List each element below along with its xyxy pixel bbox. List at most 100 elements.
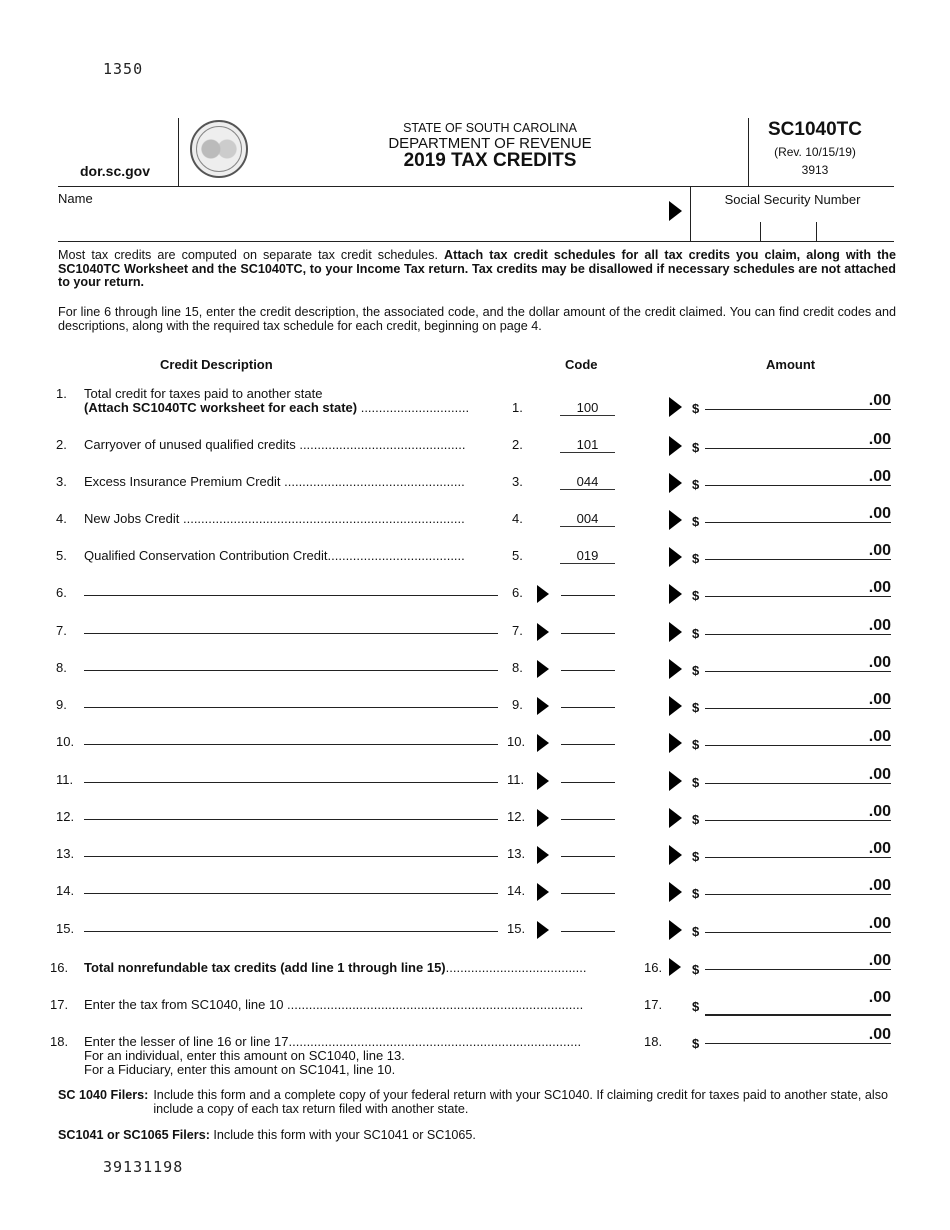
sc1041-filers-text: Include this form with your SC1041 or SC… [213, 1128, 476, 1142]
line-description: Enter the tax from SC1040, line 10 .....… [84, 997, 584, 1012]
line-code[interactable]: 100 [560, 401, 615, 416]
line-description-input[interactable] [84, 931, 498, 932]
dollar-sign: $ [692, 924, 700, 939]
line-code[interactable]: 044 [560, 475, 615, 490]
line-number: 7. [56, 623, 67, 638]
line-number: 6. [56, 585, 67, 600]
line-description: Carryover of unused qualified credits ..… [84, 437, 466, 452]
line-description-input[interactable] [84, 595, 498, 596]
line-number: 15. [56, 921, 75, 936]
line-amount-input[interactable]: .00 [705, 505, 891, 523]
line-amount-input[interactable]: .00 [705, 766, 891, 784]
dollar-sign: $ [692, 886, 700, 901]
line-number: 17. [50, 997, 69, 1012]
line-description: Excess Insurance Premium Credit ........… [84, 474, 465, 489]
dollar-sign: $ [692, 1036, 700, 1051]
ocr-code-bottom: 39131198 [103, 1158, 184, 1176]
arrow-right-icon [537, 623, 549, 641]
sc1040-filers-note: SC 1040 Filers: Include this form and a … [58, 1088, 888, 1116]
line-description: Total nonrefundable tax credits (add lin… [84, 960, 587, 975]
line-code-input[interactable] [561, 931, 615, 932]
line-code-input[interactable] [561, 707, 615, 708]
dollar-sign: $ [692, 663, 700, 678]
sc1040-filers-text: Include this form and a complete copy of… [153, 1088, 888, 1116]
line-amount-input[interactable]: .00 [705, 392, 891, 410]
line-amount-input[interactable]: .00 [705, 654, 891, 672]
line-code-input[interactable] [561, 744, 615, 745]
line-amount-input[interactable]: .00 [705, 915, 891, 933]
arrow-right-icon [669, 473, 682, 493]
line-code-input[interactable] [561, 819, 615, 820]
line-code-input[interactable] [561, 893, 615, 894]
arrow-right-icon [537, 921, 549, 939]
line-number: 1. [56, 386, 67, 401]
line-description: New Jobs Credit ........................… [84, 511, 465, 526]
dollar-sign: $ [692, 849, 700, 864]
line-number-code: 3. [512, 474, 523, 489]
line-amount-input[interactable]: .00 [705, 989, 891, 1016]
line-amount-input[interactable]: .00 [705, 840, 891, 858]
arrow-right-icon [669, 622, 682, 642]
header-bottom-rule [58, 186, 894, 187]
line-amount-input[interactable]: .00 [705, 691, 891, 709]
line-number-code: 4. [512, 511, 523, 526]
line-number-code: 2. [512, 437, 523, 452]
dollar-sign: $ [692, 551, 700, 566]
line-note-fiduciary: For a Fiduciary, enter this amount on SC… [84, 1062, 396, 1077]
arrow-right-icon [669, 696, 682, 716]
line-amount-input[interactable]: .00 [705, 579, 891, 597]
line-amount-input[interactable]: .00 [705, 952, 891, 970]
arrow-right-icon [537, 734, 549, 752]
line-description-input[interactable] [84, 633, 498, 634]
line-amount-input[interactable]: .00 [705, 1026, 891, 1044]
line-description-input[interactable] [84, 893, 498, 894]
line-number-code: 12. [507, 809, 526, 824]
line-amount-input[interactable]: .00 [705, 431, 891, 449]
line-amount-input[interactable]: .00 [705, 803, 891, 821]
line-number: 2. [56, 437, 67, 452]
line-amount-input[interactable]: .00 [705, 728, 891, 746]
line-number-code: 10. [507, 734, 526, 749]
line-amount-input[interactable]: .00 [705, 617, 891, 635]
state-seal-icon [190, 120, 248, 178]
line-description-input[interactable] [84, 782, 498, 783]
line-number: 8. [56, 660, 67, 675]
arrow-right-icon [669, 547, 682, 567]
line-code-input[interactable] [561, 633, 615, 634]
line-code-input[interactable] [561, 782, 615, 783]
name-field[interactable] [58, 206, 668, 240]
line-amount-input[interactable]: .00 [705, 468, 891, 486]
arrow-right-icon [669, 201, 682, 221]
arrow-right-icon [669, 771, 682, 791]
line-description-input[interactable] [84, 670, 498, 671]
line-description-bold: (Attach SC1040TC worksheet for each stat… [84, 400, 358, 415]
dollar-sign: $ [692, 700, 700, 715]
line-code-input[interactable] [561, 856, 615, 857]
ssn-field[interactable] [691, 210, 894, 240]
line-number-code: 15. [507, 921, 526, 936]
line-description-input[interactable] [84, 744, 498, 745]
sc1041-filers-label: SC1041 or SC1065 Filers: [58, 1128, 210, 1142]
line-code-input[interactable] [561, 595, 615, 596]
column-header-description: Credit Description [160, 357, 273, 372]
line-number-code: 13. [507, 846, 526, 861]
arrow-right-icon [669, 845, 682, 865]
line-amount-input[interactable]: .00 [705, 877, 891, 895]
leader-dots: ....................................... [445, 960, 587, 975]
form-number: 3913 [801, 163, 829, 177]
line-description-input[interactable] [84, 707, 498, 708]
line-code[interactable]: 019 [560, 549, 615, 564]
line-number-code: 1. [512, 400, 523, 415]
line-number-right: 16. [644, 960, 663, 975]
line-code-input[interactable] [561, 670, 615, 671]
line-code[interactable]: 101 [560, 438, 615, 453]
line-number: 18. [50, 1034, 69, 1049]
line-code[interactable]: 004 [560, 512, 615, 527]
dollar-sign: $ [692, 626, 700, 641]
line-description-input[interactable] [84, 856, 498, 857]
line-amount-input[interactable]: .00 [705, 542, 891, 560]
state-label: STATE OF SOUTH CAROLINA [403, 121, 577, 135]
line-description-input[interactable] [84, 819, 498, 820]
arrow-right-icon [669, 920, 682, 940]
line-number: 12. [56, 809, 75, 824]
